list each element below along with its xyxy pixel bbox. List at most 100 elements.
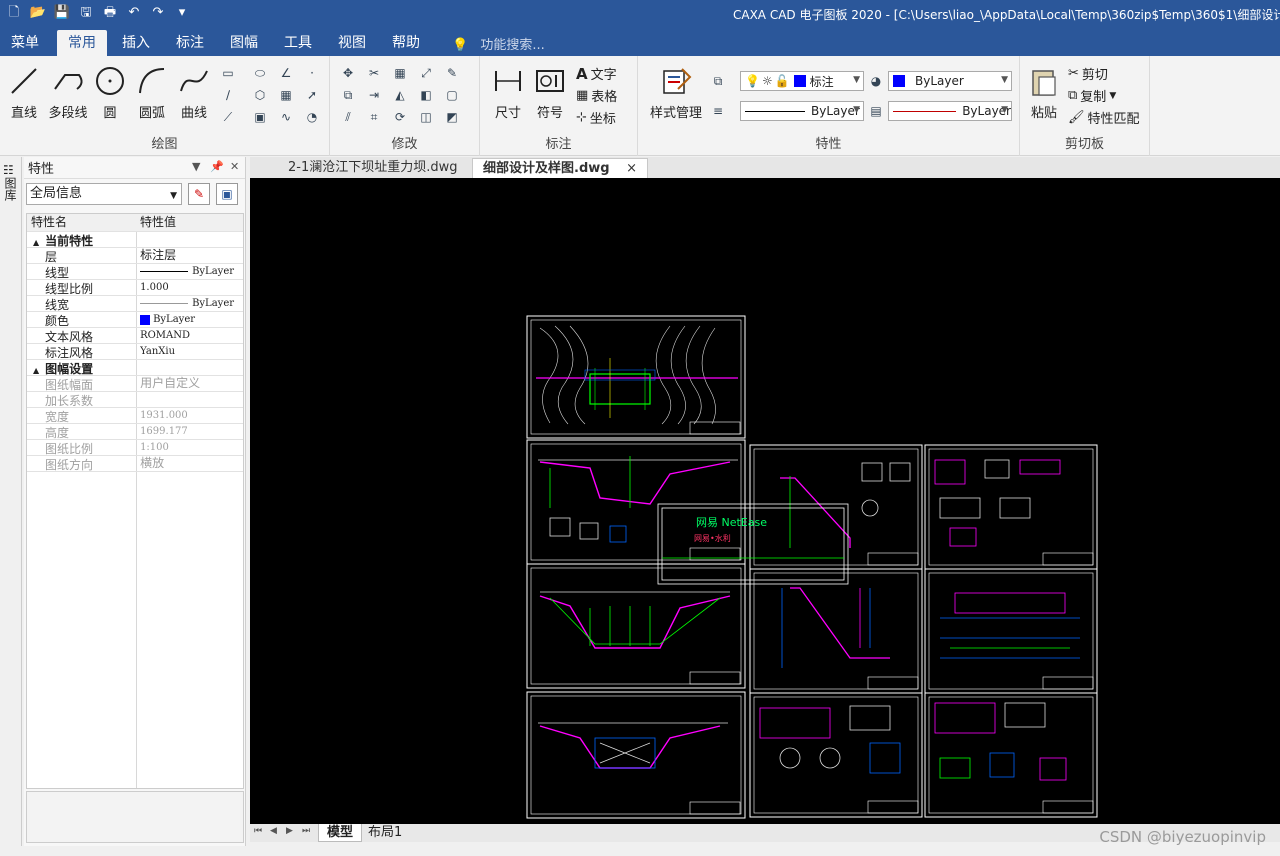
doc-tab-detail[interactable]: 细部设计及样图.dwg × xyxy=(472,158,648,178)
drawing-canvas[interactable]: 网易 NetEase 网易•水利 xyxy=(250,178,1280,824)
tab-model[interactable]: 模型 xyxy=(318,824,363,842)
table-row[interactable]: 层 标注层 xyxy=(27,248,243,264)
style-manage-button[interactable]: 样式管理 xyxy=(644,62,708,121)
prev-tab-icon[interactable]: ◀ xyxy=(270,826,277,836)
tab-common[interactable]: 常用 xyxy=(57,30,107,56)
table-row[interactable]: 线型 ByLayer xyxy=(27,264,243,280)
copy-object-icon[interactable]: ⧉ xyxy=(338,86,358,104)
tab-help[interactable]: 帮助 xyxy=(381,30,431,56)
tab-menu[interactable]: 菜单 xyxy=(0,30,50,56)
stretch-icon[interactable]: ◧ xyxy=(416,86,436,104)
undo-icon[interactable]: ↶ xyxy=(124,2,144,24)
section-current[interactable]: ▲ 当前特性 xyxy=(27,232,243,248)
tab-tools[interactable]: 工具 xyxy=(273,30,323,56)
new-file-icon[interactable]: 🗋 xyxy=(4,2,24,24)
scale-icon[interactable]: ⤢ xyxy=(416,64,436,82)
layer-manager-icon[interactable]: ⧉ xyxy=(708,72,728,90)
lineweight-icon[interactable]: ≡ xyxy=(708,102,728,120)
library-tab[interactable]: ☷ 图库 xyxy=(3,163,19,201)
text-button[interactable]: A 文字 xyxy=(576,64,617,84)
tab-sheet[interactable]: 图幅 xyxy=(219,30,269,56)
paste-button[interactable]: 粘贴 xyxy=(1026,62,1062,121)
fill-icon[interactable]: ◔ xyxy=(302,108,322,126)
coord-button[interactable]: ⊹ 坐标 xyxy=(576,108,616,127)
title-block-7 xyxy=(867,676,919,690)
close-icon[interactable]: ✕ xyxy=(230,160,239,173)
open-file-icon[interactable]: 📂 xyxy=(28,2,48,24)
ellipse-icon[interactable]: ⬭ xyxy=(250,64,270,82)
parallel-line-icon[interactable]: ∕ xyxy=(218,86,238,104)
curve-button[interactable]: 曲线 xyxy=(174,62,214,121)
fillet-icon[interactable]: ◫ xyxy=(416,108,436,126)
tab-view[interactable]: 视图 xyxy=(327,30,377,56)
table-row[interactable]: 标注风格 YanXiu xyxy=(27,344,243,360)
rectangle-icon[interactable]: ▭ xyxy=(218,64,238,82)
object-select[interactable]: 全局信息 ▼ xyxy=(26,183,182,205)
circle-button[interactable]: 圆 xyxy=(90,62,130,121)
copy-button[interactable]: ⧉ 复制 ▼ xyxy=(1068,86,1116,105)
sheet-6-detail xyxy=(934,459,1061,547)
linepattern-icon[interactable]: ▤ xyxy=(866,102,886,120)
hatch-icon[interactable]: ▦ xyxy=(276,86,296,104)
match-props-button[interactable]: 🖌 特性匹配 xyxy=(1068,108,1140,127)
chevron-down-icon: ▼ xyxy=(1109,90,1117,101)
table-row[interactable]: 颜色 ByLayer xyxy=(27,312,243,328)
tab-insert[interactable]: 插入 xyxy=(111,30,161,56)
command-line[interactable] xyxy=(0,846,1280,856)
customize-icon[interactable]: ▾ xyxy=(172,2,192,24)
lineweight-combo[interactable]: ByLayer ▼ xyxy=(888,101,1012,121)
first-tab-icon[interactable]: ⏮ xyxy=(254,826,262,836)
angle-line-icon[interactable]: ∠ xyxy=(276,64,296,82)
dimension-button[interactable]: 尺寸 xyxy=(488,62,528,121)
arc-button[interactable]: 圆弧 xyxy=(132,62,172,121)
offset-icon[interactable]: ⫽ xyxy=(338,108,358,126)
polygon-icon[interactable]: ⬡ xyxy=(250,86,270,104)
tab-annotate[interactable]: 标注 xyxy=(165,30,215,56)
table-row[interactable]: 线型比例 1.000 xyxy=(27,280,243,296)
print-icon[interactable]: 🖶 xyxy=(100,2,120,24)
save-as-icon[interactable]: 🖫 xyxy=(76,2,96,24)
table-row[interactable]: 文本风格 ROMAND xyxy=(27,328,243,344)
chamfer-icon[interactable]: ◩ xyxy=(442,108,462,126)
array-icon[interactable]: ▦ xyxy=(390,64,410,82)
trim-icon[interactable]: ✂ xyxy=(364,64,384,82)
point-icon[interactable]: · xyxy=(302,64,322,82)
section-sheet[interactable]: ▲ 图幅设置 xyxy=(27,360,243,376)
redo-icon[interactable]: ↷ xyxy=(148,2,168,24)
explode-icon[interactable]: ▢ xyxy=(442,86,462,104)
block-icon[interactable]: ▣ xyxy=(250,108,270,126)
move-icon[interactable]: ✥ xyxy=(338,64,358,82)
doc-tab-dam[interactable]: 2-1澜沧江下坝址重力坝.dwg xyxy=(278,158,468,178)
symbol-button[interactable]: 符号 xyxy=(530,62,570,121)
clear-selection-button[interactable]: ✎ xyxy=(188,183,210,205)
centerline-icon[interactable]: ⟋ xyxy=(218,108,238,126)
last-tab-icon[interactable]: ⏭ xyxy=(302,826,310,836)
line-button[interactable]: 直线 xyxy=(4,62,44,121)
arrow-icon[interactable]: ➚ xyxy=(302,86,322,104)
linetype-combo[interactable]: ByLayer ▼ xyxy=(740,101,864,121)
table-button[interactable]: ▦ 表格 xyxy=(576,86,617,105)
panel-menu-icon[interactable]: ▼ xyxy=(192,160,200,173)
next-tab-icon[interactable]: ▶ xyxy=(286,826,293,836)
color-combo[interactable]: ByLayer ▼ xyxy=(888,71,1012,91)
mirror-icon[interactable]: ◭ xyxy=(390,86,410,104)
rotate-icon[interactable]: ⟳ xyxy=(390,108,410,126)
chevron-down-icon: ▼ xyxy=(170,191,177,201)
polyline-button[interactable]: 多段线 xyxy=(46,62,90,121)
pin-icon[interactable]: 📌 xyxy=(210,160,224,173)
save-icon[interactable]: 💾 xyxy=(52,2,72,24)
csdn-watermark: CSDN @biyezuopinvip xyxy=(1099,828,1266,846)
layer-combo[interactable]: 💡 ☼ 🔓 标注 ▼ xyxy=(740,71,864,91)
color-wheel-icon[interactable]: ◕ xyxy=(866,72,886,90)
tab-layout1[interactable]: 布局1 xyxy=(360,824,410,842)
break-icon[interactable]: ⌗ xyxy=(364,108,384,126)
erase-icon[interactable]: ✎ xyxy=(442,64,462,82)
extend-icon[interactable]: ⇥ xyxy=(364,86,384,104)
spline-icon[interactable]: ∿ xyxy=(276,108,296,126)
cut-button[interactable]: ✂ 剪切 xyxy=(1068,64,1108,83)
table-row[interactable]: 线宽 ByLayer xyxy=(27,296,243,312)
quick-select-button[interactable]: ▣ xyxy=(216,183,238,205)
close-icon[interactable]: × xyxy=(626,161,637,176)
object-select-value: 全局信息 xyxy=(30,186,83,201)
feature-search[interactable]: 💡 功能搜索... xyxy=(452,34,545,53)
